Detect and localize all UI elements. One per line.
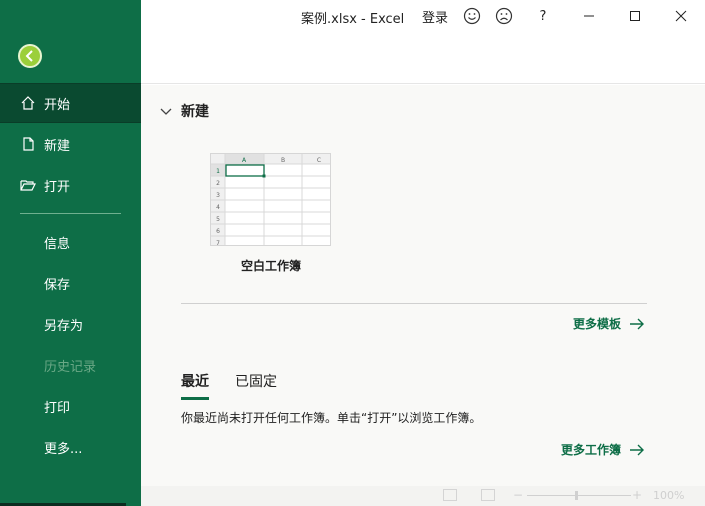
open-folder-icon <box>20 177 36 193</box>
nav-save-as[interactable]: 另存为 <box>0 304 141 344</box>
nav-info[interactable]: 信息 <box>0 222 141 262</box>
nav-save-label: 保存 <box>44 277 71 293</box>
nav-more-label: 更多... <box>44 441 83 457</box>
page-layout-view-icon[interactable] <box>481 489 495 501</box>
zoom-in-icon[interactable]: + <box>632 488 642 502</box>
home-icon <box>20 95 36 111</box>
nav-print[interactable]: 打印 <box>0 386 141 426</box>
sheet-column-header: B <box>281 157 285 164</box>
new-section-title: 新建 <box>181 104 209 120</box>
help-icon: ? <box>539 8 547 24</box>
feedback-smile-button[interactable] <box>459 4 485 28</box>
sheet-column-header: C <box>317 157 321 164</box>
more-templates-label: 更多模板 <box>573 317 622 331</box>
nav-more[interactable]: 更多... <box>0 427 141 467</box>
arrow-right-icon <box>630 444 645 455</box>
arrow-right-icon <box>630 318 645 329</box>
nav-info-label: 信息 <box>44 236 71 252</box>
minimize-button[interactable] <box>571 4 607 28</box>
new-document-icon <box>20 136 36 152</box>
back-arrow-icon <box>25 50 33 62</box>
tab-pinned[interactable]: 已固定 <box>235 371 277 400</box>
nav-print-label: 打印 <box>44 400 71 416</box>
sheet-row-header: 6 <box>216 228 220 235</box>
zoom-slider-thumb[interactable] <box>575 491 578 500</box>
blank-workbook-card[interactable]: A B C 1 2 3 4 5 6 7 <box>210 153 332 247</box>
close-icon <box>675 10 687 22</box>
nav-home[interactable]: 开始 <box>0 83 141 123</box>
sheet-row-header: 5 <box>216 216 220 223</box>
title-bar: 案例.xlsx - Excel 登录 ? <box>141 0 705 84</box>
status-bar: − + 100% <box>141 486 705 506</box>
smiley-face-icon <box>463 7 481 25</box>
tab-recent[interactable]: 最近 <box>181 371 209 400</box>
nav-open-label: 打开 <box>44 179 71 195</box>
recent-tabs: 最近 已固定 <box>181 371 303 400</box>
frown-face-icon <box>495 7 513 25</box>
nav-history: 历史记录 <box>0 345 141 385</box>
backstage-main: 新建 A B C 1 2 3 4 5 6 7 空白工作簿 更多模板 最近 已固定… <box>141 85 705 506</box>
chevron-down-icon <box>160 108 172 115</box>
window-title: 案例.xlsx - Excel <box>301 12 405 27</box>
more-templates-link[interactable]: 更多模板 <box>573 315 645 332</box>
backstage-sidebar: 开始 新建 打开 信息 保存 另存为 历史记录 打印 更多... <box>0 0 141 506</box>
back-button[interactable] <box>18 44 42 68</box>
nav-save-as-label: 另存为 <box>44 318 84 334</box>
nav-new-label: 新建 <box>44 138 71 154</box>
new-section-header[interactable]: 新建 <box>159 101 209 121</box>
nav-new[interactable]: 新建 <box>0 124 141 164</box>
maximize-icon <box>630 11 640 21</box>
zoom-level[interactable]: 100% <box>653 489 684 502</box>
close-button[interactable] <box>663 4 699 28</box>
more-workbooks-label: 更多工作簿 <box>561 443 622 457</box>
zoom-out-icon[interactable]: − <box>513 488 523 502</box>
nav-open[interactable]: 打开 <box>0 165 141 205</box>
recent-empty-message: 你最近尚未打开任何工作簿。单击“打开”以浏览工作簿。 <box>181 411 482 425</box>
nav-save[interactable]: 保存 <box>0 263 141 303</box>
blank-workbook-label[interactable]: 空白工作簿 <box>210 257 332 274</box>
blank-workbook-thumbnail: A B C 1 2 3 4 5 6 7 <box>210 153 331 246</box>
nav-history-label: 历史记录 <box>44 359 97 375</box>
feedback-frown-button[interactable] <box>491 4 517 28</box>
sheet-grid-preview: A B C 1 2 3 4 5 6 7 <box>211 154 330 246</box>
signin-label: 登录 <box>421 10 448 26</box>
sidebar-divider <box>20 213 121 214</box>
sheet-row-header: 2 <box>216 180 220 187</box>
more-workbooks-link[interactable]: 更多工作簿 <box>561 441 645 458</box>
help-button[interactable]: ? <box>529 4 557 28</box>
nav-home-label: 开始 <box>44 97 71 113</box>
sheet-row-header: 1 <box>216 168 220 175</box>
normal-view-icon[interactable] <box>443 489 457 501</box>
minimize-icon <box>584 15 594 17</box>
sheet-row-header: 7 <box>216 240 220 246</box>
sheet-row-header: 4 <box>216 204 220 211</box>
maximize-button[interactable] <box>617 4 653 28</box>
signin-button[interactable]: 登录 <box>419 4 451 28</box>
sheet-row-header: 3 <box>216 192 220 199</box>
section-divider <box>181 303 647 304</box>
zoom-slider[interactable] <box>527 495 631 496</box>
